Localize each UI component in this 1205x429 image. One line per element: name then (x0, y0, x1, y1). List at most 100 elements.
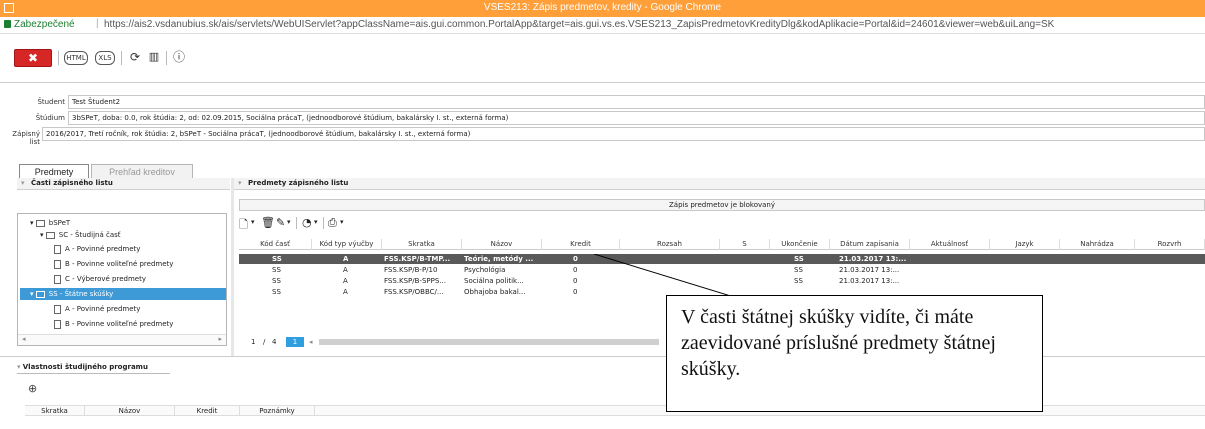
tree-label: bSPeT (48, 219, 71, 227)
left-panel-header[interactable]: ▾ Časti zápisného listu (17, 178, 230, 190)
add-row-icon[interactable]: 🗋 (239, 216, 248, 235)
column-header[interactable]: Rozsah (620, 239, 720, 250)
address-separator: | (96, 18, 99, 29)
zoom-in-icon[interactable]: ⊕ (28, 382, 37, 395)
lock-icon (4, 20, 11, 28)
chevron-down-icon[interactable]: ▾ (251, 218, 255, 226)
cell-nazov: Obhajoba bakal... (464, 288, 526, 296)
delete-icon[interactable]: 🗑 (261, 216, 275, 229)
toolbar-divider (323, 217, 324, 229)
wizard-icon[interactable]: ✎ (276, 216, 285, 229)
program-title-underline (17, 373, 170, 374)
column-header[interactable]: Jazyk (990, 239, 1060, 250)
tree-item-ss-a[interactable]: A - Povinné predmety (54, 303, 140, 315)
cell-skratka: FSS.KSP/B-TMP... (384, 255, 451, 263)
study-field: 3bSPeT, doba: 0.0, rok štúdia: 2, od: 02… (68, 111, 1205, 125)
panel-splitter[interactable] (231, 178, 234, 356)
tree-item-bspet[interactable]: ▾ bSPeT (30, 217, 70, 229)
program-panel-header[interactable]: ▾ Vlastnosti študijného programu (17, 363, 148, 371)
column-header[interactable]: Názov (85, 406, 175, 416)
right-panel-title: Predmety zápisného listu (248, 179, 349, 187)
xls-export-icon[interactable]: XLS (95, 51, 115, 65)
cell-kredit: 0 (573, 266, 578, 274)
scroll-right-icon[interactable]: ▸ (218, 335, 222, 343)
chevron-down-icon[interactable]: ▾ (314, 218, 318, 226)
scroll-left-icon[interactable]: ◂ (22, 335, 26, 343)
column-header[interactable]: S (720, 239, 770, 250)
cell-kredit: 0 (573, 255, 578, 263)
student-field: Test Študent2 (68, 95, 1205, 109)
visibility-icon[interactable]: ◔ (302, 216, 312, 229)
column-header[interactable]: Dátum zapísania (830, 239, 910, 250)
cell-kod-typ: A (343, 255, 349, 263)
column-header[interactable]: Kredit (542, 239, 620, 250)
tree-item-sc-c[interactable]: C - Výberové predmety (54, 273, 146, 285)
cell-skratka: FSS.KSP/B-SPPS... (384, 277, 446, 285)
cell-datum: 21.03.2017 13:... (839, 266, 900, 274)
callout-pointer (594, 254, 734, 297)
secure-label: Zabezpečené (14, 19, 75, 30)
grid-hscrollbar[interactable] (319, 339, 659, 345)
app-toolbar: ✖ HTML XLS ⟳ ▥ ⓘ (0, 46, 300, 70)
window-title: VSES213: Zápis predmetov, kredity - Goog… (483, 2, 722, 13)
enroll-row: Zápisný list 2016/2017, Tretí ročník, ro… (0, 127, 1205, 146)
block-banner: Zápis predmetov je blokovaný (239, 199, 1205, 211)
chart-icon[interactable]: ▥ (147, 51, 161, 65)
tab-predmety[interactable]: Predmety (19, 164, 89, 179)
tree-label: SS - Štátne skúšky (48, 290, 114, 298)
cell-kod-cast: SS (272, 288, 281, 296)
close-button[interactable]: ✖ (14, 49, 52, 67)
info-icon[interactable]: ⓘ (172, 51, 186, 65)
folder-icon (35, 219, 45, 227)
toolbar-divider (166, 51, 167, 65)
column-header[interactable]: Aktuálnosť (910, 239, 990, 250)
column-header[interactable]: Kredit (175, 406, 240, 416)
document-icon (54, 304, 61, 314)
chevron-down-icon: ▾ (238, 179, 242, 187)
tree-item-ss[interactable]: ▾ SS - Štátne skúšky (20, 288, 226, 300)
print-icon[interactable]: ⎙ (328, 216, 337, 230)
column-header[interactable]: Ukončenie (770, 239, 830, 250)
column-header[interactable]: Skratka (382, 239, 462, 250)
column-header[interactable]: Nahrádza (1060, 239, 1135, 250)
chevron-down-icon[interactable]: ▾ (287, 218, 291, 226)
cell-ukoncenie: SS (794, 266, 803, 274)
tree-item-sc-b[interactable]: B - Povinne voliteľné predmety (54, 258, 173, 270)
html-export-icon[interactable]: HTML (64, 51, 88, 65)
tree-item-sc-a[interactable]: A - Povinné predmety (54, 243, 140, 255)
toolbar-divider (58, 51, 59, 65)
scroll-left-icon[interactable]: ◂ (309, 337, 313, 347)
address-bar[interactable]: Zabezpečené | https://ais2.vsdanubius.sk… (0, 17, 1205, 34)
grid-header: Kód časť Kód typ výučby Skratka Názov Kr… (239, 239, 1205, 250)
tree-item-sc[interactable]: ▾ SC - Študijná časť (40, 229, 121, 241)
pager-selected-page[interactable]: 1 (286, 337, 304, 347)
toolbar-divider (296, 217, 297, 229)
refresh-icon[interactable]: ⟳ (128, 51, 142, 65)
column-header[interactable]: Kód typ výučby (312, 239, 382, 250)
tree-hscrollbar[interactable]: ◂ ▸ (18, 334, 226, 345)
cell-kredit: 0 (573, 277, 578, 285)
document-icon (54, 244, 61, 254)
column-header[interactable]: Skratka (25, 406, 85, 416)
cell-ukoncenie: SS (794, 255, 804, 263)
column-header[interactable]: Názov (462, 239, 542, 250)
column-header[interactable]: Rozvrh (1135, 239, 1205, 250)
cell-ukoncenie: SS (794, 277, 803, 285)
cell-kod-cast: SS (272, 266, 281, 274)
tab-prehlad-kreditov[interactable]: Prehľad kreditov (91, 164, 193, 179)
chevron-down-icon[interactable]: ▾ (340, 218, 344, 226)
tree-item-ss-b[interactable]: B - Povinne voliteľné predmety (54, 318, 173, 330)
cell-kod-typ: A (343, 266, 348, 274)
tree-label: C - Výberové predmety (65, 275, 146, 283)
cell-nazov: Teórie, metódy ... (464, 255, 534, 263)
tree-label: B - Povinne voliteľné predmety (65, 320, 174, 328)
column-header[interactable]: Poznámky (240, 406, 315, 416)
column-header[interactable]: Kód časť (239, 239, 312, 250)
cell-kod-cast: SS (272, 255, 282, 263)
document-icon (54, 274, 61, 284)
tree-label: B - Povinne voliteľné predmety (65, 260, 174, 268)
url-text[interactable]: https://ais2.vsdanubius.sk/ais/servlets/… (104, 19, 1054, 30)
right-panel-header[interactable]: ▾ Predmety zápisného listu (234, 178, 1205, 190)
document-icon (54, 319, 61, 329)
study-row: Štúdium 3bSPeT, doba: 0.0, rok štúdia: 2… (0, 111, 1205, 125)
